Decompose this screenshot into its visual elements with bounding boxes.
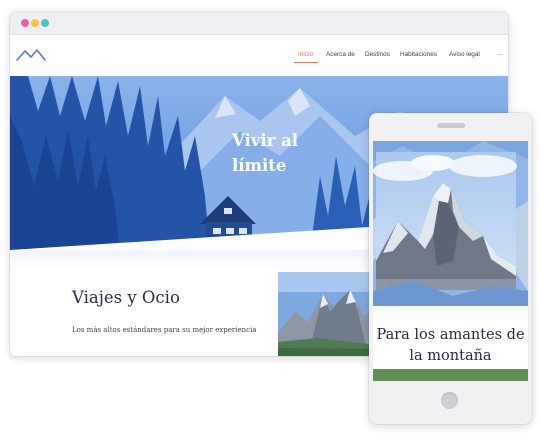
nav-item-inicio[interactable]: Inicio xyxy=(298,51,313,58)
pink-dot xyxy=(21,19,29,27)
teal-dot xyxy=(41,19,49,27)
phone-card-title-line2: la montaña xyxy=(409,348,492,364)
phone-speaker xyxy=(437,123,465,128)
yellow-dot xyxy=(31,19,39,27)
nav-more-menu[interactable]: ··· xyxy=(496,51,502,58)
section-heading: Viajes y Ocio xyxy=(72,288,180,307)
site-header: Inicio Acerca de Destinos Habitaciones A… xyxy=(10,35,508,76)
nav-item-destinos[interactable]: Destinos xyxy=(365,51,390,58)
browser-title-bar xyxy=(10,12,508,35)
nav-item-aviso-legal[interactable]: Aviso legal xyxy=(449,51,480,58)
hero-title-line1: Vivir al xyxy=(232,131,299,150)
nav-item-acerca-de[interactable]: Acerca de xyxy=(326,51,355,58)
nav-active-underline xyxy=(294,62,318,63)
section-subtitle: Los más altos estándares para su mejor e… xyxy=(72,326,257,334)
mockup-stage: Inicio Acerca de Destinos Habitaciones A… xyxy=(0,0,542,434)
hero-title-line2: límite xyxy=(232,156,287,175)
phone-mockup: Para los amantes de la montaña xyxy=(369,113,532,424)
hero-title: Vivir al límite xyxy=(232,128,312,178)
phone-screen: Para los amantes de la montaña xyxy=(373,141,528,381)
mountain-logo-icon[interactable] xyxy=(16,48,46,62)
phone-card-title-line1: Para los amantes de xyxy=(376,327,525,343)
nav-item-habitaciones[interactable]: Habitaciones xyxy=(400,51,437,58)
phone-home-button[interactable] xyxy=(441,392,458,409)
phone-card-title: Para los amantes de la montaña xyxy=(373,325,528,367)
